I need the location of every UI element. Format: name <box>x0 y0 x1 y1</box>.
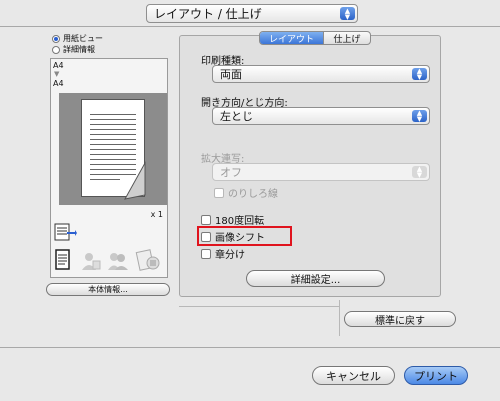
panel-select-label: レイアウト / 仕上げ <box>154 7 262 21</box>
group-users-icon <box>108 253 128 270</box>
cancel-button[interactable]: キャンセル <box>312 366 395 385</box>
radio-paper-view-label: 用紙ビュー <box>63 34 103 43</box>
reset-defaults-button[interactable]: 標準に戻す <box>344 311 456 327</box>
margin-line-checkbox[interactable]: のりしろ線 <box>214 185 278 200</box>
page-preview-area <box>59 93 167 205</box>
tab-layout[interactable]: レイアウト <box>260 32 323 44</box>
popup-arrows-icon: ▲ ▼ <box>412 166 427 179</box>
paper-size-from: A4 <box>53 61 64 70</box>
image-shift-label: 画像シフト <box>215 233 265 244</box>
popup-arrows-icon: ▲ ▼ <box>412 110 427 123</box>
chapter-label: 章分け <box>215 250 245 261</box>
chapter-checkbox[interactable]: 章分け <box>201 246 245 261</box>
rotate-180-label: 180度回転 <box>215 216 265 227</box>
paper-size-to: A4 <box>53 79 64 88</box>
document-icon <box>55 249 70 270</box>
printer-device-icon <box>54 223 77 241</box>
user-icon <box>82 253 101 270</box>
tab-finish[interactable]: 仕上げ <box>324 32 370 45</box>
popup-arrows-icon: ▲ ▼ <box>340 7 355 20</box>
radio-paper-view[interactable]: 用紙ビュー <box>52 33 103 44</box>
print-type-value: 両面 <box>220 68 242 81</box>
panel-select-popup[interactable]: レイアウト / 仕上げ ▲ ▼ <box>146 4 358 23</box>
device-info-button[interactable]: 本体情報... <box>46 283 170 296</box>
secure-print-icon <box>135 249 160 271</box>
print-type-select[interactable]: 両面 ▲ ▼ <box>212 65 430 83</box>
radio-detail-view[interactable]: 詳細情報 <box>52 44 95 55</box>
checkbox-icon <box>201 214 211 225</box>
radio-detail-view-label: 詳細情報 <box>63 45 95 54</box>
binding-select[interactable]: 左とじ ▲ ▼ <box>212 107 430 125</box>
zoom-value: オフ <box>220 166 242 179</box>
top-separator <box>0 26 500 27</box>
zoom-select[interactable]: オフ ▲ ▼ <box>212 163 430 181</box>
margin-line-label: のりしろ線 <box>228 189 278 200</box>
checkbox-icon <box>214 187 224 198</box>
divider <box>179 306 339 307</box>
arrow-down-icon: ▼ <box>54 70 60 78</box>
image-shift-checkbox[interactable]: 画像シフト <box>201 229 265 244</box>
checkbox-icon <box>201 231 211 242</box>
divider <box>339 300 340 336</box>
checkbox-icon <box>201 248 211 259</box>
print-button[interactable]: プリント <box>404 366 468 385</box>
preview-pane: A4 ▼ A4 x 1 <box>50 58 168 278</box>
copies-count: x 1 <box>150 210 163 219</box>
radio-on-icon <box>52 34 60 43</box>
details-button[interactable]: 詳細設定... <box>246 270 385 287</box>
rotate-180-checkbox[interactable]: 180度回転 <box>201 212 264 227</box>
popup-arrows-icon: ▲ ▼ <box>412 68 427 81</box>
page-curl-icon <box>124 161 146 200</box>
radio-off-icon <box>52 45 60 54</box>
bottom-separator <box>0 347 500 348</box>
tab-bar: レイアウト 仕上げ <box>259 31 371 45</box>
binding-value: 左とじ <box>220 110 253 123</box>
